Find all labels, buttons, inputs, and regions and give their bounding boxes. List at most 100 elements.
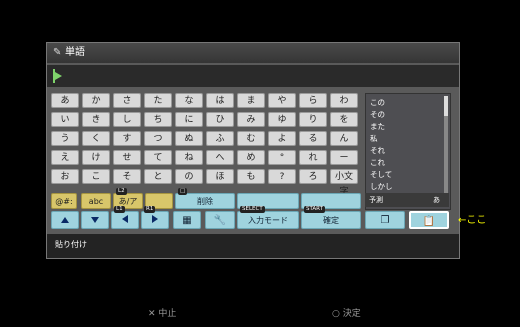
r1-badge: R1 (144, 206, 156, 213)
kana-key[interactable]: 小文字 (330, 169, 358, 197)
kana-key[interactable]: ぬ (175, 131, 203, 146)
kana-key[interactable]: や (268, 93, 296, 108)
kana-key[interactable]: ね (175, 150, 203, 165)
kana-key[interactable]: ら (299, 93, 327, 108)
kana-key[interactable]: も (237, 169, 265, 184)
settings-key[interactable]: 🔧 (205, 211, 235, 229)
l1-badge: L1 (114, 206, 125, 213)
kana-key[interactable]: け (82, 150, 110, 165)
kana-key[interactable]: ん (330, 131, 358, 146)
cursor-left-key[interactable]: L1 (111, 206, 139, 229)
prediction-item[interactable]: また (370, 122, 385, 131)
kana-key[interactable]: て (144, 150, 172, 165)
kana-key[interactable]: せ (113, 150, 141, 165)
arrow-right-icon (152, 215, 158, 223)
prediction-item[interactable]: それ (370, 146, 385, 155)
kana-key[interactable]: る (299, 131, 327, 146)
kana-key[interactable]: れ (299, 150, 327, 165)
kana-key[interactable]: た (144, 93, 172, 108)
kana-keyboard: あかさたなはまやらわいきしちにひみゆりをうくすつぬふむよるんえけせてねへめ ° れー… (51, 93, 361, 206)
kana-key[interactable]: そ (113, 169, 141, 184)
cursor-right-key[interactable]: R1 (141, 206, 169, 229)
prediction-item[interactable]: これ (370, 158, 385, 167)
kana-key[interactable]: さ (113, 93, 141, 108)
kana-key[interactable]: く (82, 131, 110, 146)
cancel-hint[interactable]: ✕ 中止 (148, 306, 176, 319)
paste-key[interactable]: 📋 (409, 211, 449, 229)
text-input[interactable] (47, 65, 459, 87)
symbols-key-label: @#: (55, 197, 73, 206)
cursor-up-key[interactable] (51, 211, 79, 229)
kana-key[interactable]: よ (268, 131, 296, 146)
kana-key[interactable]: り (299, 112, 327, 127)
pencil-icon: ✎ (53, 47, 62, 58)
kana-key[interactable]: ひ (206, 112, 234, 127)
footer-bar: ✕ 中止 ○ 決定 (0, 300, 520, 320)
prediction-item[interactable]: そして (370, 170, 392, 179)
kana-key[interactable]: の (175, 169, 203, 184)
kana-key[interactable]: ° (268, 150, 296, 165)
kana-key[interactable]: い (51, 112, 79, 127)
kana-key[interactable]: ろ (299, 169, 327, 184)
arrow-up-icon (61, 217, 69, 223)
kana-key[interactable]: ま (237, 93, 265, 108)
kana-key[interactable]: し (113, 112, 141, 127)
kana-key[interactable]: め (237, 150, 265, 165)
annotation-arrow: ←ここ (458, 215, 487, 226)
kana-key[interactable]: ゆ (268, 112, 296, 127)
kana-key[interactable]: つ (144, 131, 172, 146)
kana-key[interactable]: う (51, 131, 79, 146)
delete-key-label: 削除 (197, 197, 213, 206)
prediction-mode: あ (433, 196, 440, 204)
kana-key[interactable]: ち (144, 112, 172, 127)
kana-key[interactable]: あ (51, 93, 79, 108)
prediction-item[interactable]: 私 (370, 134, 378, 143)
kana-key[interactable]: を (330, 112, 358, 127)
kana-key[interactable]: き (82, 112, 110, 127)
window-toggle-key[interactable]: ❐ (365, 211, 405, 229)
kana-key[interactable]: こ (82, 169, 110, 184)
prediction-item[interactable]: その (370, 110, 385, 119)
text-cursor-icon (53, 69, 63, 83)
square-button-badge: □ (178, 188, 188, 195)
kana-toggle-label: あ/ア (118, 197, 138, 206)
prediction-scroll-thumb[interactable] (444, 96, 448, 116)
kana-key[interactable]: ほ (206, 169, 234, 184)
prediction-item[interactable]: この (370, 98, 385, 107)
arrow-left-icon (122, 215, 128, 223)
kana-key[interactable]: へ (206, 150, 234, 165)
abc-key[interactable]: abc (81, 193, 111, 209)
kana-key[interactable]: み (237, 112, 265, 127)
clipboard-icon: 📋 (422, 216, 436, 227)
confirm-label: 確定 (323, 216, 339, 225)
keyboard-layout-key[interactable]: ▦ (173, 211, 201, 229)
kana-key[interactable]: に (175, 112, 203, 127)
grid-icon: ▦ (182, 215, 192, 226)
kana-key[interactable]: ? (268, 169, 296, 184)
delete-key[interactable]: □ 削除 (175, 188, 235, 209)
decide-hint[interactable]: ○ 決定 (332, 306, 361, 319)
arrow-down-icon (91, 217, 99, 223)
kana-key[interactable]: な (175, 93, 203, 108)
kana-key[interactable]: ふ (206, 131, 234, 146)
kana-key[interactable]: す (113, 131, 141, 146)
kana-key[interactable]: お (51, 169, 79, 184)
window-icon: ❐ (380, 215, 390, 226)
prediction-label: 予測 (369, 196, 383, 204)
cursor-down-key[interactable] (81, 211, 109, 229)
wrench-icon: 🔧 (213, 215, 227, 226)
kana-key[interactable]: は (206, 93, 234, 108)
symbols-key[interactable]: @#: (51, 193, 77, 209)
help-label: 貼り付け (55, 240, 87, 249)
kana-key[interactable]: え (51, 150, 79, 165)
kana-key[interactable]: む (237, 131, 265, 146)
prediction-item[interactable]: しかし (370, 182, 393, 191)
kana-key[interactable]: と (144, 169, 172, 184)
abc-key-label: abc (88, 197, 104, 206)
kana-key[interactable]: わ (330, 93, 358, 108)
confirm-key[interactable]: START 確定 (301, 206, 361, 229)
kana-key[interactable]: ー (330, 150, 358, 165)
kana-key[interactable]: か (82, 93, 110, 108)
input-mode-key[interactable]: SELECT 入力モード (237, 206, 299, 229)
window-title: 単語 (65, 47, 85, 58)
